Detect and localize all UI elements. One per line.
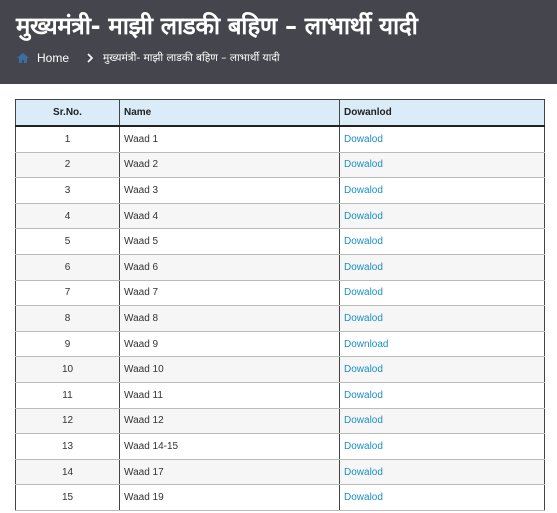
table-row: 14 Waad 17 Dowalod xyxy=(15,459,545,486)
download-link[interactable]: Dowalod xyxy=(344,441,383,452)
download-cell: Dowalod xyxy=(339,203,545,230)
download-cell: Download xyxy=(339,331,545,358)
download-link[interactable]: Dowalod xyxy=(344,364,383,375)
sr-no-cell: 8 xyxy=(15,305,120,332)
breadcrumb: Home मुख्यमंत्री- माझी लाडकी बहिण – लाभा… xyxy=(16,51,280,65)
beneficiary-table-container: Sr.No. Name Dowanlod 1 Waad 1 Dowalod 2 … xyxy=(15,99,545,511)
table-row: 9 Waad 9 Download xyxy=(15,331,545,358)
name-cell: Waad 1 xyxy=(119,126,340,153)
name-cell: Waad 12 xyxy=(119,408,340,435)
download-cell: Dowalod xyxy=(339,126,545,153)
download-link[interactable]: Dowalod xyxy=(344,467,383,478)
sr-no-cell: 10 xyxy=(15,356,120,383)
name-cell: Waad 17 xyxy=(119,459,340,486)
name-cell: Waad 11 xyxy=(119,382,340,409)
sr-no-cell: 3 xyxy=(15,177,120,204)
download-link[interactable]: Dowalod xyxy=(344,262,383,273)
download-cell: Dowalod xyxy=(339,228,545,255)
table-row: 3 Waad 3 Dowalod xyxy=(15,177,545,204)
table-row: 10 Waad 10 Dowalod xyxy=(15,356,545,383)
table-header-row: Sr.No. Name Dowanlod xyxy=(15,99,545,127)
table-row: 13 Waad 14-15 Dowalod xyxy=(15,433,545,460)
table-row: 4 Waad 4 Dowalod xyxy=(15,203,545,230)
download-cell: Dowalod xyxy=(339,152,545,179)
sr-no-cell: 7 xyxy=(15,280,120,307)
table-row: 6 Waad 6 Dowalod xyxy=(15,254,545,281)
name-cell: Waad 19 xyxy=(119,484,340,511)
download-link[interactable]: Download xyxy=(344,339,388,350)
table-row: 11 Waad 11 Dowalod xyxy=(15,382,545,409)
column-header-name: Name xyxy=(119,99,340,127)
breadcrumb-current: मुख्यमंत्री- माझी लाडकी बहिण – लाभार्थी … xyxy=(103,52,280,64)
sr-no-cell: 6 xyxy=(15,254,120,281)
column-header-download: Dowanlod xyxy=(339,99,545,127)
download-cell: Dowalod xyxy=(339,280,545,307)
sr-no-cell: 2 xyxy=(15,152,120,179)
download-link[interactable]: Dowalod xyxy=(344,313,383,324)
sr-no-cell: 9 xyxy=(15,331,120,358)
download-cell: Dowalod xyxy=(339,382,545,409)
sr-no-cell: 14 xyxy=(15,459,120,486)
home-icon xyxy=(16,52,30,64)
sr-no-cell: 4 xyxy=(15,203,120,230)
name-cell: Waad 8 xyxy=(119,305,340,332)
download-link[interactable]: Dowalod xyxy=(344,159,383,170)
chevron-right-icon xyxy=(85,52,95,64)
breadcrumb-home-link[interactable]: Home xyxy=(37,51,69,65)
name-cell: Waad 10 xyxy=(119,356,340,383)
download-cell: Dowalod xyxy=(339,484,545,511)
download-link[interactable]: Dowalod xyxy=(344,287,383,298)
download-link[interactable]: Dowalod xyxy=(344,211,383,222)
name-cell: Waad 9 xyxy=(119,331,340,358)
name-cell: Waad 14-15 xyxy=(119,433,340,460)
download-cell: Dowalod xyxy=(339,356,545,383)
table-row: 5 Waad 5 Dowalod xyxy=(15,228,545,255)
table-row: 7 Waad 7 Dowalod xyxy=(15,280,545,307)
column-header-sr-no: Sr.No. xyxy=(15,99,120,127)
download-link[interactable]: Dowalod xyxy=(344,390,383,401)
sr-no-cell: 12 xyxy=(15,408,120,435)
page-title: मुख्यमंत्री- माझी लाडकी बहिण – लाभार्थी … xyxy=(16,12,418,40)
name-cell: Waad 6 xyxy=(119,254,340,281)
sr-no-cell: 15 xyxy=(15,484,120,511)
name-cell: Waad 3 xyxy=(119,177,340,204)
download-link[interactable]: Dowalod xyxy=(344,134,383,145)
table-row: 1 Waad 1 Dowalod xyxy=(15,126,545,153)
download-cell: Dowalod xyxy=(339,408,545,435)
table-row: 8 Waad 8 Dowalod xyxy=(15,305,545,332)
download-cell: Dowalod xyxy=(339,177,545,204)
page-header: मुख्यमंत्री- माझी लाडकी बहिण – लाभार्थी … xyxy=(0,0,557,84)
download-link[interactable]: Dowalod xyxy=(344,415,383,426)
table-row: 2 Waad 2 Dowalod xyxy=(15,152,545,179)
name-cell: Waad 2 xyxy=(119,152,340,179)
name-cell: Waad 4 xyxy=(119,203,340,230)
table-row: 12 Waad 12 Dowalod xyxy=(15,408,545,435)
download-link[interactable]: Dowalod xyxy=(344,185,383,196)
download-cell: Dowalod xyxy=(339,254,545,281)
name-cell: Waad 7 xyxy=(119,280,340,307)
download-link[interactable]: Dowalod xyxy=(344,492,383,503)
sr-no-cell: 1 xyxy=(15,126,120,153)
sr-no-cell: 13 xyxy=(15,433,120,460)
download-cell: Dowalod xyxy=(339,459,545,486)
sr-no-cell: 5 xyxy=(15,228,120,255)
sr-no-cell: 11 xyxy=(15,382,120,409)
download-link[interactable]: Dowalod xyxy=(344,236,383,247)
name-cell: Waad 5 xyxy=(119,228,340,255)
table-row: 15 Waad 19 Dowalod xyxy=(15,484,545,511)
download-cell: Dowalod xyxy=(339,305,545,332)
download-cell: Dowalod xyxy=(339,433,545,460)
beneficiary-table: Sr.No. Name Dowanlod 1 Waad 1 Dowalod 2 … xyxy=(15,99,545,511)
